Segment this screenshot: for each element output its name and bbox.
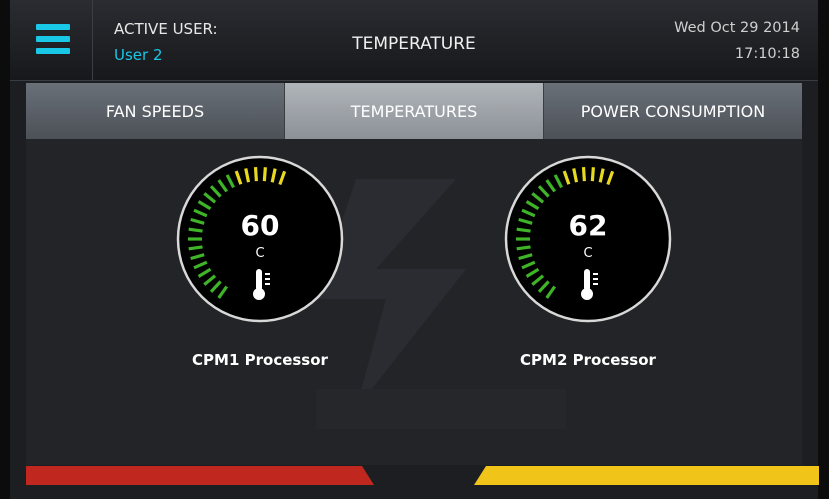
gauge-value: 62 (569, 209, 608, 242)
gauge-label: CPM1 Processor (192, 351, 328, 369)
tab-bar: FAN SPEEDS TEMPERATURES POWER CONSUMPTIO… (26, 83, 802, 139)
time-display: 17:10:18 (734, 46, 800, 62)
gauge-cpm2: 62 C CPM2 Processor (498, 149, 678, 369)
gauge-unit: C (255, 246, 264, 261)
tab-temperatures[interactable]: TEMPERATURES (285, 83, 544, 139)
gauge-tick (516, 227, 531, 233)
gauge-tick (516, 245, 531, 251)
date-display: Wed Oct 29 2014 (674, 20, 800, 36)
gauge-tick (253, 167, 258, 182)
header-bar: ACTIVE USER: User 2 TEMPERATURE Wed Oct … (10, 0, 818, 81)
gauge-tick (188, 245, 203, 251)
gauge-unit: C (583, 246, 592, 261)
content-panel: 60 C CPM1 Processor 62 C CPM2 Processor (26, 139, 802, 465)
gauge-label: CPM2 Processor (520, 351, 656, 369)
gauge-tick (590, 167, 595, 182)
gauge-tick (188, 227, 203, 233)
gauge-cpm1: 60 C CPM1 Processor (170, 149, 350, 369)
status-bar-right (474, 466, 819, 485)
gauge-tick (581, 167, 586, 182)
tab-power-consumption[interactable]: POWER CONSUMPTION (544, 83, 802, 139)
gauge-dial: 62 C (504, 155, 672, 323)
tab-fan-speeds[interactable]: FAN SPEEDS (26, 83, 285, 139)
gauge-dial: 60 C (176, 155, 344, 323)
status-bar-left (26, 466, 374, 485)
gauge-tick (262, 167, 267, 182)
gauge-value: 60 (241, 209, 280, 242)
page-title: TEMPERATURE (352, 34, 476, 54)
